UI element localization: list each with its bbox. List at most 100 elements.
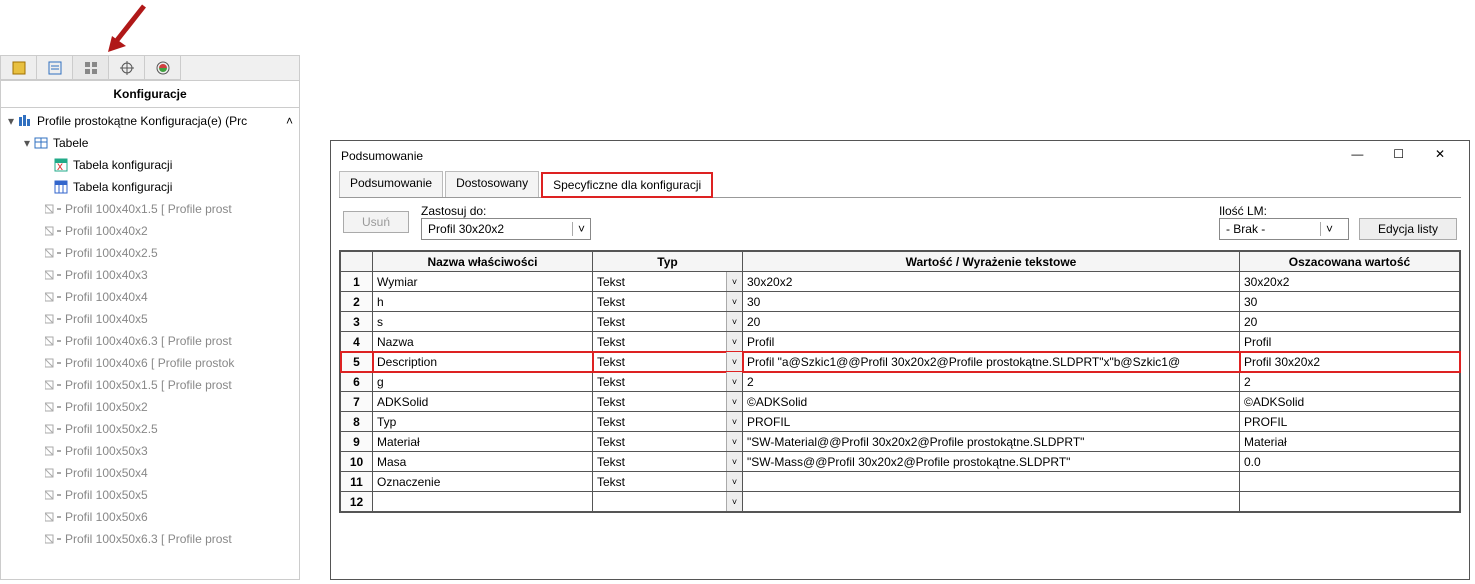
table-row[interactable]: 11OznaczenieTekst˅ [341, 472, 1460, 492]
cell-name[interactable]: Masa [373, 452, 593, 472]
table-row[interactable]: 6gTekst˅22 [341, 372, 1460, 392]
cell-name[interactable]: Materiał [373, 432, 593, 452]
cell-value[interactable]: 30 [743, 292, 1240, 312]
config-item[interactable]: Profil 100x40x6 [ Profile prostok [1, 352, 299, 374]
cell-type[interactable]: Tekst˅ [593, 412, 743, 432]
toolbar-btn-3-config[interactable] [73, 56, 109, 80]
cell-type[interactable]: Tekst˅ [593, 372, 743, 392]
cell-name[interactable]: g [373, 372, 593, 392]
expander-icon[interactable]: ▾ [21, 136, 33, 150]
cell-type[interactable]: Tekst˅ [593, 432, 743, 452]
cell-type[interactable]: Tekst˅ [593, 352, 743, 372]
tab-config-specific[interactable]: Specyficzne dla konfiguracji [541, 172, 713, 198]
chevron-down-icon[interactable]: ˅ [726, 392, 742, 411]
table-row[interactable]: 12˅ [341, 492, 1460, 512]
cell-type[interactable]: Tekst˅ [593, 272, 743, 292]
chevron-down-icon[interactable]: ˅ [726, 352, 742, 371]
config-item[interactable]: Profil 100x40x2 [1, 220, 299, 242]
cell-value[interactable]: 30x20x2 [743, 272, 1240, 292]
cell-name[interactable]: ADKSolid [373, 392, 593, 412]
cell-type[interactable]: Tekst˅ [593, 452, 743, 472]
table-row[interactable]: 2hTekst˅3030 [341, 292, 1460, 312]
cell-type[interactable]: ˅ [593, 492, 743, 512]
profile-combo[interactable]: Profil 30x20x2 ˅ [421, 218, 591, 240]
config-item[interactable]: Profil 100x50x6 [1, 506, 299, 528]
config-item[interactable]: Profil 100x40x5 [1, 308, 299, 330]
tab-summary[interactable]: Podsumowanie [339, 171, 443, 197]
scroll-up-icon[interactable]: ˄ [286, 114, 293, 128]
table-row[interactable]: 1WymiarTekst˅30x20x230x20x2 [341, 272, 1460, 292]
cell-type[interactable]: Tekst˅ [593, 332, 743, 352]
table-row[interactable]: 5DescriptionTekst˅Profil "a@Szkic1@@Prof… [341, 352, 1460, 372]
config-item[interactable]: Profil 100x40x4 [1, 286, 299, 308]
chevron-down-icon[interactable]: ˅ [726, 312, 742, 331]
chevron-down-icon[interactable]: ˅ [572, 222, 590, 236]
config-item[interactable]: Profil 100x40x2.5 [1, 242, 299, 264]
table-row[interactable]: 7ADKSolidTekst˅©ADKSolid©ADKSolid [341, 392, 1460, 412]
cell-name[interactable]: Oznaczenie [373, 472, 593, 492]
cell-value[interactable]: PROFIL [743, 412, 1240, 432]
chevron-down-icon[interactable]: ˅ [726, 372, 742, 391]
tree-root[interactable]: ▾ Profile prostokątne Konfiguracja(e) (P… [1, 110, 299, 132]
edit-list-button[interactable]: Edycja listy [1359, 218, 1457, 240]
chevron-down-icon[interactable]: ˅ [726, 272, 742, 291]
cell-value[interactable]: ©ADKSolid [743, 392, 1240, 412]
expander-icon[interactable]: ▾ [5, 114, 17, 128]
config-item[interactable]: Profil 100x40x1.5 [ Profile prost [1, 198, 299, 220]
toolbar-btn-2[interactable] [37, 56, 73, 80]
cell-type[interactable]: Tekst˅ [593, 392, 743, 412]
cell-value[interactable]: "SW-Mass@@Profil 30x20x2@Profile prostok… [743, 452, 1240, 472]
chevron-down-icon[interactable]: ˅ [726, 412, 742, 431]
chevron-down-icon[interactable]: ˅ [726, 292, 742, 311]
cell-value[interactable]: Profil [743, 332, 1240, 352]
chevron-down-icon[interactable]: ˅ [726, 452, 742, 471]
table-row[interactable]: 3sTekst˅2020 [341, 312, 1460, 332]
tree-designtable[interactable]: x Tabela konfiguracji [1, 154, 299, 176]
cell-value[interactable]: Profil "a@Szkic1@@Profil 30x20x2@Profile… [743, 352, 1240, 372]
cell-name[interactable]: s [373, 312, 593, 332]
table-row[interactable]: 10MasaTekst˅"SW-Mass@@Profil 30x20x2@Pro… [341, 452, 1460, 472]
cell-value[interactable] [743, 492, 1240, 512]
cell-name[interactable] [373, 492, 593, 512]
table-row[interactable]: 8TypTekst˅PROFILPROFIL [341, 412, 1460, 432]
config-item[interactable]: Profil 100x50x6.3 [ Profile prost [1, 528, 299, 550]
config-item[interactable]: Profil 100x40x3 [1, 264, 299, 286]
cell-name[interactable]: Nazwa [373, 332, 593, 352]
tree-tables[interactable]: ▾ Tabele [1, 132, 299, 154]
config-item[interactable]: Profil 100x50x1.5 [ Profile prost [1, 374, 299, 396]
config-item[interactable]: Profil 100x50x2.5 [1, 418, 299, 440]
table-row[interactable]: 9MateriałTekst˅"SW-Material@@Profil 30x2… [341, 432, 1460, 452]
lm-combo[interactable]: - Brak - ˅ [1219, 218, 1349, 240]
config-item[interactable]: Profil 100x50x5 [1, 484, 299, 506]
toolbar-btn-5[interactable] [145, 56, 181, 80]
chevron-down-icon[interactable]: ˅ [726, 432, 742, 451]
delete-button[interactable]: Usuń [343, 211, 409, 233]
chevron-down-icon[interactable]: ˅ [726, 472, 742, 491]
maximize-button[interactable]: ☐ [1380, 147, 1418, 165]
toolbar-btn-1[interactable] [1, 56, 37, 80]
close-button[interactable]: ✕ [1421, 147, 1459, 165]
cell-value[interactable]: 2 [743, 372, 1240, 392]
cell-type[interactable]: Tekst˅ [593, 312, 743, 332]
config-item[interactable]: Profil 100x50x3 [1, 440, 299, 462]
config-item[interactable]: Profil 100x50x2 [1, 396, 299, 418]
tab-custom[interactable]: Dostosowany [445, 171, 539, 197]
chevron-down-icon[interactable]: ˅ [726, 492, 742, 511]
cell-name[interactable]: Typ [373, 412, 593, 432]
table-row[interactable]: 4NazwaTekst˅ProfilProfil [341, 332, 1460, 352]
config-item[interactable]: Profil 100x40x6.3 [ Profile prost [1, 330, 299, 352]
cell-type[interactable]: Tekst˅ [593, 292, 743, 312]
minimize-button[interactable]: — [1338, 147, 1376, 165]
cell-name[interactable]: Description [373, 352, 593, 372]
cell-type[interactable]: Tekst˅ [593, 472, 743, 492]
tree-configtable[interactable]: Tabela konfiguracji [1, 176, 299, 198]
config-item[interactable]: Profil 100x50x4 [1, 462, 299, 484]
cell-name[interactable]: Wymiar [373, 272, 593, 292]
chevron-down-icon[interactable]: ˅ [726, 332, 742, 351]
cell-value[interactable]: "SW-Material@@Profil 30x20x2@Profile pro… [743, 432, 1240, 452]
cell-name[interactable]: h [373, 292, 593, 312]
cell-value[interactable]: 20 [743, 312, 1240, 332]
chevron-down-icon[interactable]: ˅ [1320, 222, 1338, 236]
toolbar-btn-4[interactable] [109, 56, 145, 80]
cell-value[interactable] [743, 472, 1240, 492]
